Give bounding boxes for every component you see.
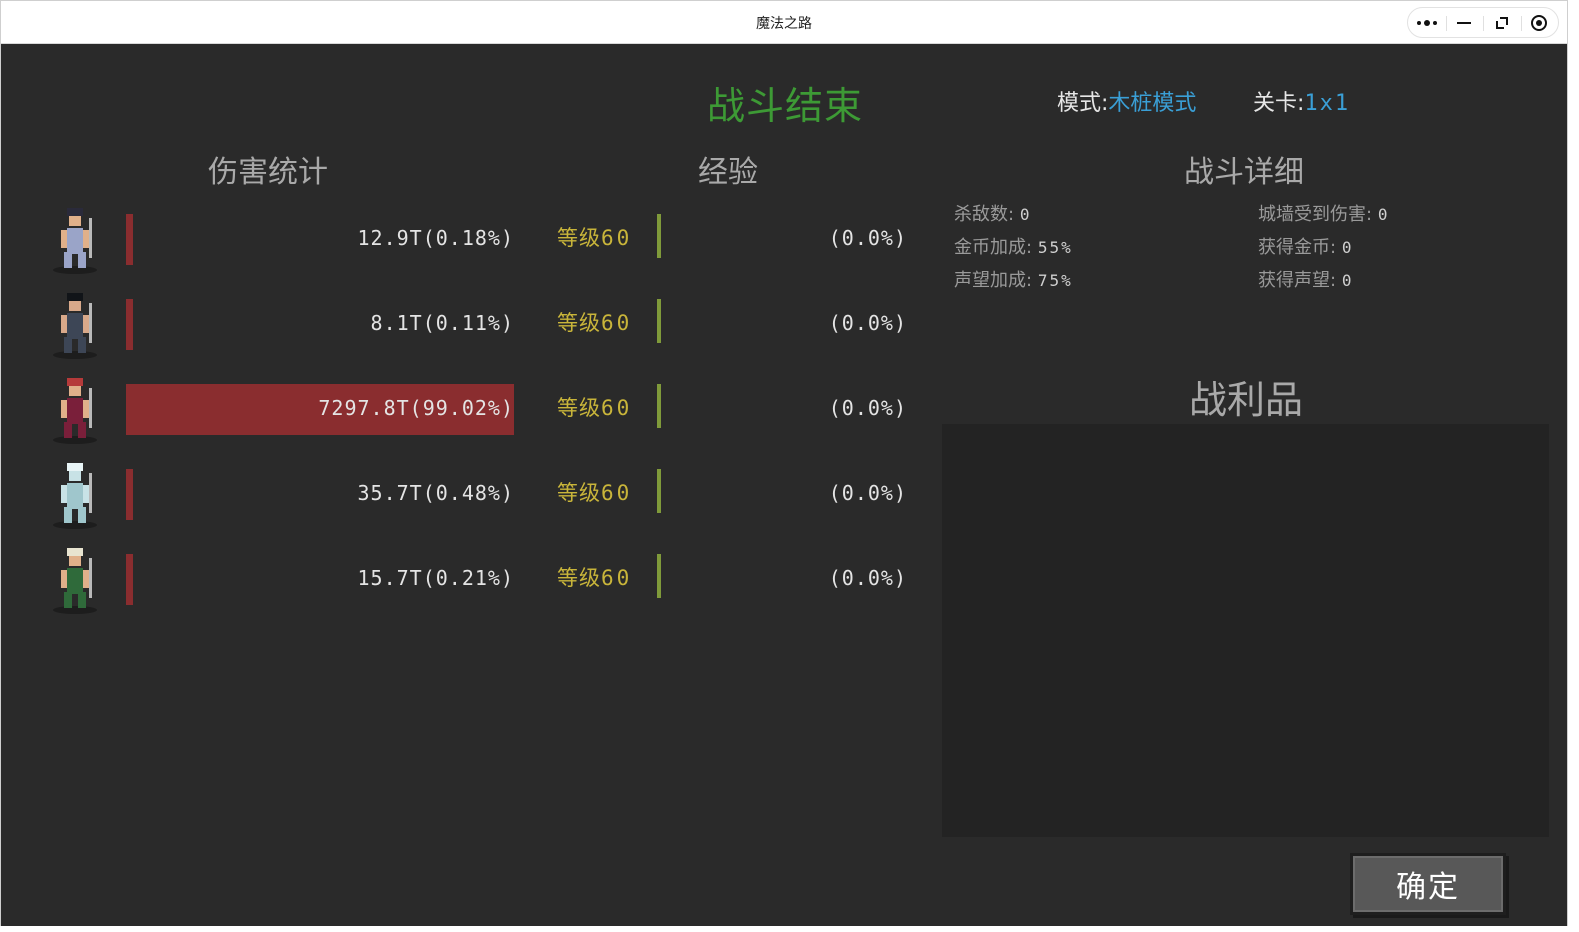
- loot-container: [942, 424, 1549, 837]
- damage-bar-track: 12.9T(0.18%): [126, 214, 518, 265]
- battle-detail-heading: 战斗详细: [1184, 155, 1304, 190]
- level-value: 60: [601, 396, 633, 420]
- hero-level: 等级60: [557, 562, 632, 592]
- damage-stats-heading: 伤害统计: [208, 155, 328, 190]
- hero-level: 等级60: [557, 477, 632, 507]
- level-label: 等级: [557, 566, 601, 590]
- hero-portrait-icon: [53, 463, 97, 529]
- more-dots-icon: [1416, 19, 1437, 26]
- gold-gained-stat: 获得金币: 0: [1258, 233, 1353, 259]
- wall-damage-value: 0: [1377, 205, 1390, 224]
- minimize-button[interactable]: [1445, 8, 1484, 37]
- hero-level: 等级60: [557, 392, 632, 422]
- exp-bar-track: (0.0%): [657, 554, 907, 598]
- exp-bar-fill: [657, 299, 661, 343]
- fame-gained-label: 获得声望:: [1258, 270, 1337, 291]
- damage-bar-fill: [126, 469, 133, 520]
- exp-value: (0.0%): [828, 226, 907, 250]
- fame-bonus-value: 75%: [1037, 271, 1073, 290]
- damage-bar-fill: [126, 299, 133, 350]
- gold-bonus-stat: 金币加成: 55%: [954, 233, 1073, 259]
- window-controls: [1407, 7, 1559, 38]
- stage-label: 关卡:: [1253, 91, 1305, 116]
- exp-value: (0.0%): [828, 481, 907, 505]
- damage-bar-fill: [126, 214, 133, 265]
- level-label: 等级: [557, 311, 601, 335]
- damage-value: 8.1T(0.11%): [370, 311, 514, 335]
- kills-stat: 杀敌数: 0: [954, 200, 1031, 226]
- hero-row: 8.1T(0.11%) 等级60 (0.0%): [37, 285, 917, 361]
- battle-over-title: 战斗结束: [707, 84, 864, 128]
- damage-bar-track: 7297.8T(99.02%): [126, 384, 518, 435]
- level-value: 60: [601, 566, 633, 590]
- damage-bar-track: 35.7T(0.48%): [126, 469, 518, 520]
- level-label: 等级: [557, 396, 601, 420]
- damage-bar-fill: [126, 554, 133, 605]
- exp-bar-track: (0.0%): [657, 214, 907, 258]
- fame-gained-stat: 获得声望: 0: [1258, 266, 1353, 292]
- fame-gained-value: 0: [1341, 271, 1354, 290]
- exp-bar-track: (0.0%): [657, 469, 907, 513]
- fame-bonus-label: 声望加成:: [954, 270, 1033, 291]
- hero-portrait-icon: [53, 293, 97, 359]
- minimize-icon: [1457, 21, 1472, 24]
- stage-value: 1x1: [1304, 91, 1351, 116]
- mode-label: 模式:: [1057, 91, 1109, 116]
- mode-value: 木桩模式: [1108, 91, 1197, 116]
- kills-value: 0: [1019, 205, 1032, 224]
- exp-bar-track: (0.0%): [657, 299, 907, 343]
- exp-bar-fill: [657, 384, 661, 428]
- hero-portrait-icon: [53, 548, 97, 614]
- window-title: 魔法之路: [756, 16, 812, 32]
- hero-row: 12.9T(0.18%) 等级60 (0.0%): [37, 200, 917, 276]
- kills-label: 杀敌数:: [954, 204, 1015, 225]
- level-value: 60: [601, 481, 633, 505]
- loot-heading: 战利品: [1189, 378, 1304, 422]
- exp-value: (0.0%): [828, 396, 907, 420]
- mode-info: 模式:木桩模式: [1057, 85, 1196, 117]
- exp-bar-track: (0.0%): [657, 384, 907, 428]
- hero-portrait-icon: [53, 378, 97, 444]
- exp-value: (0.0%): [828, 311, 907, 335]
- title-bar: 魔法之路: [1, 1, 1567, 44]
- damage-value: 7297.8T(99.02%): [318, 396, 514, 420]
- damage-bar-track: 8.1T(0.11%): [126, 299, 518, 350]
- damage-bar-track: 15.7T(0.21%): [126, 554, 518, 605]
- more-button[interactable]: [1408, 8, 1446, 37]
- exp-bar-fill: [657, 469, 661, 513]
- exp-bar-fill: [657, 554, 661, 598]
- damage-value: 15.7T(0.21%): [357, 566, 514, 590]
- level-label: 等级: [557, 481, 601, 505]
- target-icon: [1531, 14, 1548, 31]
- damage-value: 35.7T(0.48%): [357, 481, 514, 505]
- battle-result-panel: 战斗结束 模式:木桩模式 关卡:1x1 伤害统计 经验 战斗详细 12.9T(0…: [1, 45, 1567, 926]
- hero-row: 7297.8T(99.02%) 等级60 (0.0%): [37, 370, 917, 446]
- damage-value: 12.9T(0.18%): [357, 226, 514, 250]
- wall-damage-label: 城墙受到伤害:: [1258, 204, 1373, 225]
- level-label: 等级: [557, 226, 601, 250]
- app-window: 魔法之路 战斗结束 模式:木桩模式 关卡:1x1 伤害统计 经验 战斗详细 12…: [0, 0, 1568, 926]
- fame-bonus-stat: 声望加成: 75%: [954, 266, 1073, 292]
- gold-bonus-label: 金币加成:: [954, 237, 1033, 258]
- exp-bar-fill: [657, 214, 661, 258]
- restore-icon: [1495, 16, 1508, 29]
- experience-heading: 经验: [698, 155, 758, 190]
- gold-gained-value: 0: [1341, 238, 1354, 257]
- gold-gained-label: 获得金币:: [1258, 237, 1337, 258]
- hero-portrait-icon: [53, 208, 97, 274]
- hero-row: 35.7T(0.48%) 等级60 (0.0%): [37, 455, 917, 531]
- wall-damage-stat: 城墙受到伤害: 0: [1258, 200, 1389, 226]
- exp-value: (0.0%): [828, 566, 907, 590]
- gold-bonus-value: 55%: [1037, 238, 1073, 257]
- hero-level: 等级60: [557, 222, 632, 252]
- confirm-button[interactable]: 确定: [1350, 853, 1506, 915]
- stage-info: 关卡:1x1: [1253, 85, 1350, 117]
- level-value: 60: [601, 226, 633, 250]
- hero-row: 15.7T(0.21%) 等级60 (0.0%): [37, 540, 917, 616]
- restore-button[interactable]: [1483, 8, 1521, 37]
- hero-level: 等级60: [557, 307, 632, 337]
- level-value: 60: [601, 311, 633, 335]
- record-button[interactable]: [1520, 8, 1559, 37]
